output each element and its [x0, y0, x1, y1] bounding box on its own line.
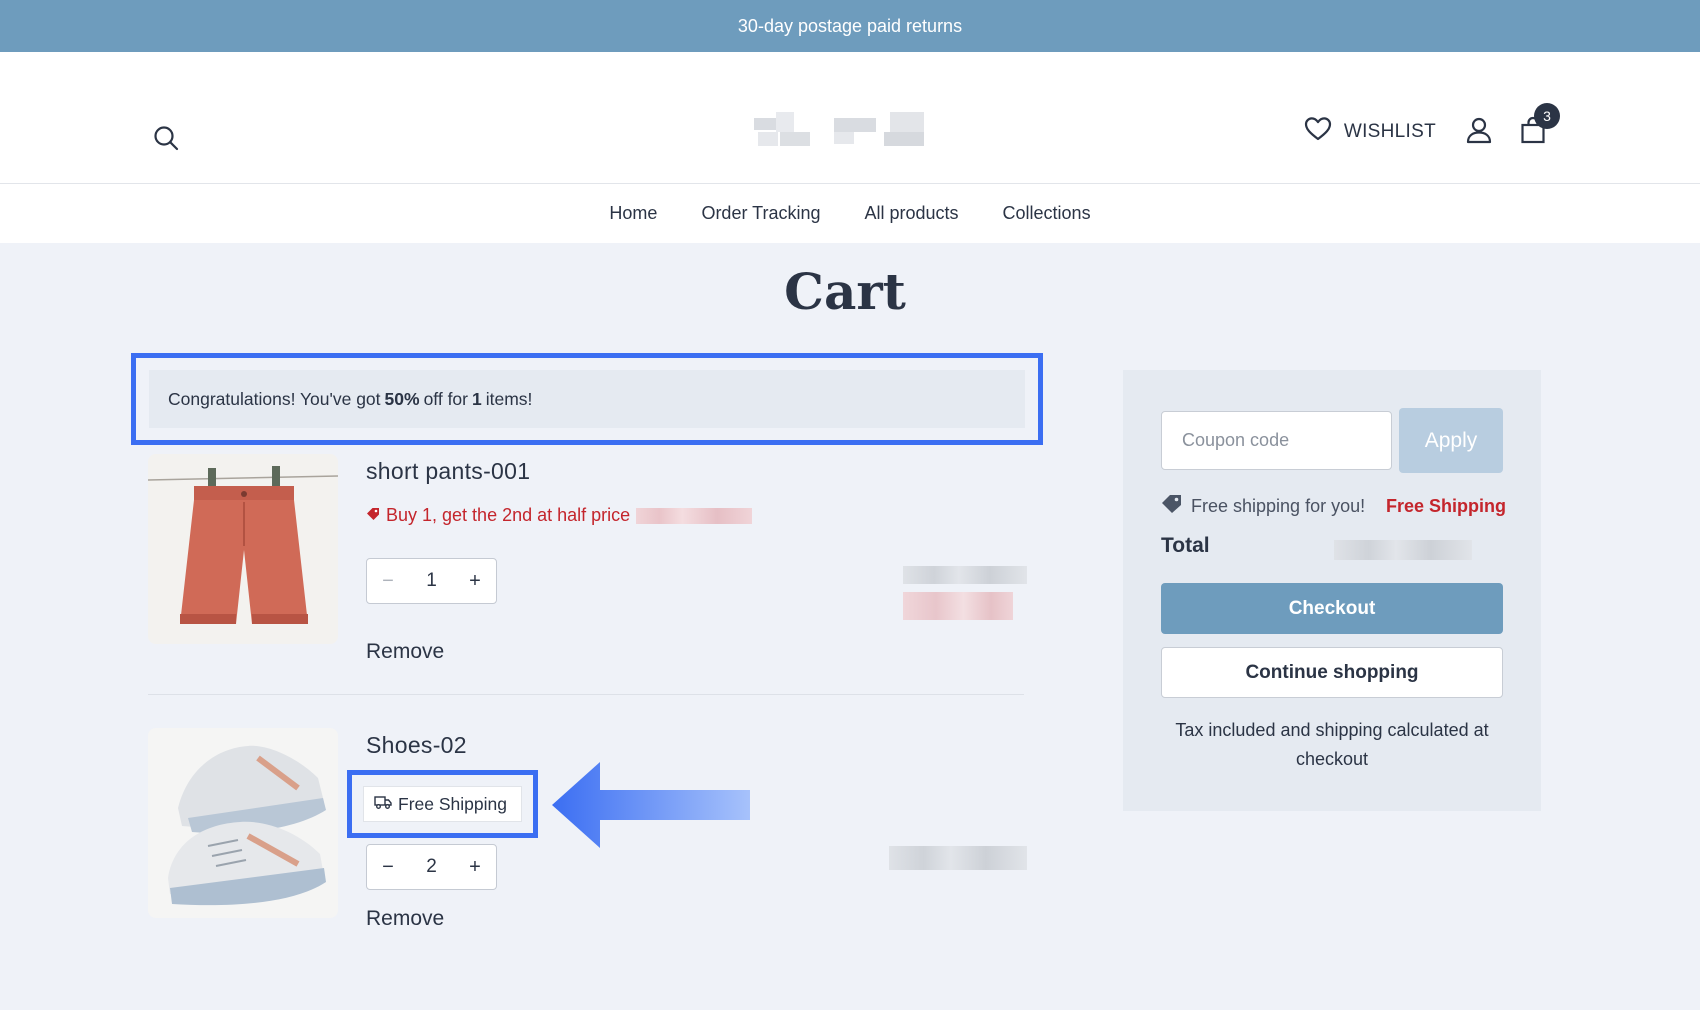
quantity-decrease-button[interactable]: −: [379, 570, 397, 593]
search-icon[interactable]: [152, 124, 180, 152]
cart-item-name[interactable]: Shoes-02: [366, 732, 467, 759]
cart-count-badge: 3: [1534, 103, 1560, 129]
header-actions: WISHLIST 3: [1304, 103, 1560, 148]
tag-icon: [1161, 494, 1183, 519]
redacted-price: [636, 507, 753, 524]
discount-prefix: Congratulations! You've got: [168, 388, 381, 409]
quantity-stepper: − 1 +: [366, 558, 497, 604]
redacted-item-price: [889, 846, 1027, 870]
quantity-stepper: − 2 +: [366, 844, 497, 890]
redacted-sale-price: [903, 592, 1013, 620]
free-shipping-row: Free shipping for you! Free Shipping: [1161, 494, 1506, 519]
coupon-code-input[interactable]: [1161, 411, 1392, 470]
wishlist-label: WISHLIST: [1343, 121, 1436, 142]
discount-middle: off for: [423, 388, 468, 409]
redacted-total-price: [1334, 540, 1472, 560]
redacted-original-price: [903, 566, 1027, 584]
page-title: Cart: [784, 262, 906, 321]
truck-icon: [374, 794, 392, 815]
cart-button[interactable]: 3: [1518, 103, 1560, 147]
tax-note: Tax included and shipping calculated at …: [1175, 720, 1489, 769]
free-shipping-message: Free shipping for you!: [1191, 496, 1366, 516]
free-shipping-label: Free Shipping: [1385, 496, 1506, 516]
remove-item-button[interactable]: Remove: [366, 640, 444, 664]
apply-coupon-button[interactable]: Apply: [1399, 408, 1503, 473]
account-button[interactable]: [1464, 117, 1494, 147]
store-logo[interactable]: [750, 108, 946, 152]
promo-label: Buy 1, get the 2nd at half price: [366, 505, 753, 526]
quantity-value[interactable]: 2: [426, 856, 437, 878]
free-shipping-badge: Free Shipping: [363, 786, 522, 822]
discount-banner: Congratulations! You've got 50% off for …: [149, 370, 1025, 428]
order-summary: Apply Free shipping for you! Free Shippi…: [1123, 370, 1541, 811]
product-image-shoes[interactable]: [148, 728, 338, 918]
discount-percent: 50%: [384, 388, 420, 409]
item-divider: [148, 694, 1024, 695]
quantity-increase-button[interactable]: +: [466, 570, 484, 593]
heart-icon: [1304, 116, 1332, 148]
product-image-short-pants[interactable]: [148, 454, 338, 644]
nav-item-order-tracking[interactable]: Order Tracking: [701, 203, 820, 224]
annotation-arrow-icon: [552, 762, 750, 848]
tag-icon: [366, 505, 380, 526]
wishlist-link[interactable]: WISHLIST: [1304, 116, 1436, 148]
remove-item-button[interactable]: Remove: [366, 907, 444, 931]
discount-suffix: items!: [485, 388, 533, 409]
announcement-bar: 30-day postage paid returns: [0, 0, 1700, 52]
site-header: WISHLIST 3: [0, 52, 1700, 184]
quantity-value[interactable]: 1: [426, 570, 437, 592]
continue-shopping-button[interactable]: Continue shopping: [1161, 647, 1503, 698]
promo-text: Buy 1, get the 2nd at half price: [386, 505, 631, 525]
free-shipping-badge-text: Free Shipping: [398, 793, 507, 814]
main-nav: Home Order Tracking All products Collect…: [0, 184, 1700, 243]
announcement-text: 30-day postage paid returns: [737, 15, 963, 36]
quantity-decrease-button[interactable]: −: [379, 856, 397, 879]
nav-item-collections[interactable]: Collections: [1003, 203, 1091, 224]
checkout-button[interactable]: Checkout: [1161, 583, 1503, 634]
cart-item-name[interactable]: short pants-001: [366, 458, 530, 485]
nav-item-home[interactable]: Home: [609, 203, 657, 224]
user-icon: [1466, 116, 1492, 149]
nav-item-all-products[interactable]: All products: [864, 203, 958, 224]
quantity-increase-button[interactable]: +: [466, 856, 484, 879]
total-label: Total: [1161, 534, 1210, 557]
discount-count: 1: [472, 388, 482, 409]
